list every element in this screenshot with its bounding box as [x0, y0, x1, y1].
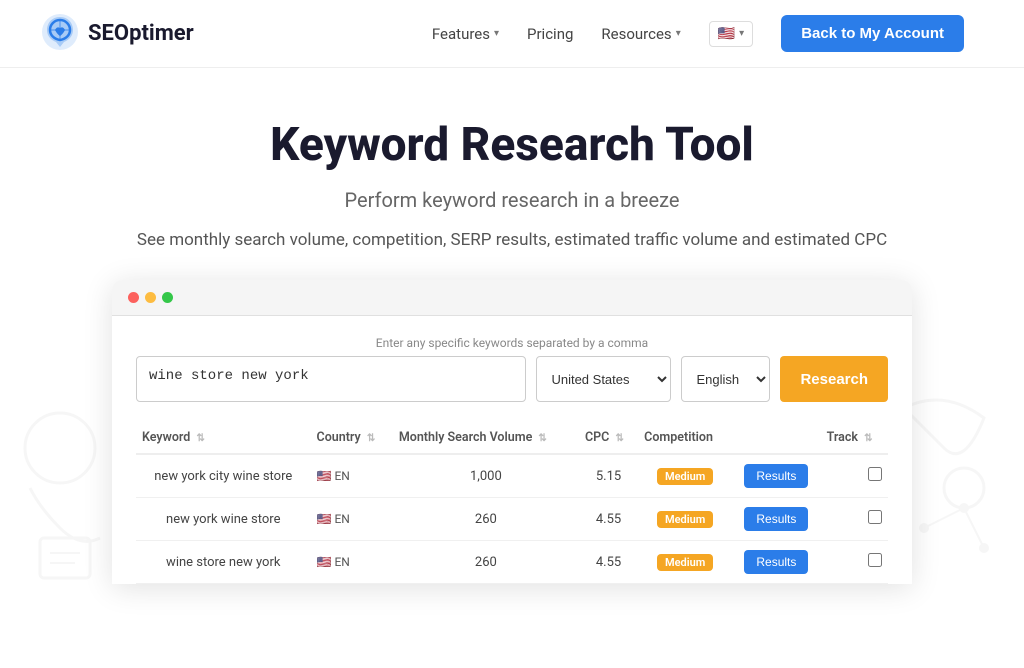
- nav-links: Features ▾ Pricing Resources ▾ 🇺🇸 ▾ Back…: [432, 15, 964, 52]
- cell-country: 🇺🇸 EN: [311, 541, 393, 584]
- logo[interactable]: SEOptimer: [40, 12, 194, 56]
- hero-section: Keyword Research Tool Perform keyword re…: [0, 68, 1024, 614]
- col-keyword: Keyword ⇅: [136, 422, 311, 454]
- sort-icon: ⇅: [615, 433, 623, 444]
- search-row: United States United Kingdom Canada Aust…: [136, 356, 888, 402]
- results-table: Keyword ⇅ Country ⇅ Monthly Search Volum…: [136, 422, 888, 584]
- results-button[interactable]: Results: [744, 464, 808, 488]
- research-button[interactable]: Research: [780, 356, 888, 402]
- cell-volume: 260: [393, 541, 579, 584]
- chevron-down-icon: ▾: [739, 28, 744, 39]
- col-action: [732, 422, 820, 454]
- track-checkbox[interactable]: [868, 510, 882, 524]
- input-label: Enter any specific keywords separated by…: [136, 336, 888, 350]
- browser-mockup: Enter any specific keywords separated by…: [112, 280, 912, 584]
- track-checkbox[interactable]: [868, 553, 882, 567]
- cell-action[interactable]: Results: [732, 498, 820, 541]
- cell-track: [821, 498, 888, 541]
- nav-features[interactable]: Features ▾: [432, 25, 499, 43]
- col-volume: Monthly Search Volume ⇅: [393, 422, 579, 454]
- table-row: wine store new york 🇺🇸 EN 260 4.55 Mediu…: [136, 541, 888, 584]
- sort-icon: ⇅: [196, 433, 204, 444]
- cell-country: 🇺🇸 EN: [311, 454, 393, 498]
- col-country: Country ⇅: [311, 422, 393, 454]
- track-checkbox[interactable]: [868, 467, 882, 481]
- logo-text: SEOptimer: [88, 21, 194, 46]
- table-row: new york wine store 🇺🇸 EN 260 4.55 Mediu…: [136, 498, 888, 541]
- cell-keyword: new york city wine store: [136, 454, 311, 498]
- nav-resources[interactable]: Resources ▾: [601, 25, 680, 43]
- cell-volume: 1,000: [393, 454, 579, 498]
- page-container: Keyword Research Tool Perform keyword re…: [0, 68, 1024, 668]
- sort-icon: ⇅: [864, 433, 872, 444]
- cell-country: 🇺🇸 EN: [311, 498, 393, 541]
- table-row: new york city wine store 🇺🇸 EN 1,000 5.1…: [136, 454, 888, 498]
- results-button[interactable]: Results: [744, 550, 808, 574]
- dot-green: [162, 292, 173, 303]
- col-cpc: CPC ⇅: [579, 422, 638, 454]
- cell-keyword: wine store new york: [136, 541, 311, 584]
- back-to-account-button[interactable]: Back to My Account: [781, 15, 964, 52]
- cell-cpc: 5.15: [579, 454, 638, 498]
- chevron-down-icon: ▾: [494, 28, 499, 39]
- language-selector[interactable]: 🇺🇸 ▾: [709, 21, 753, 47]
- col-competition: Competition: [638, 422, 732, 454]
- browser-bar: [112, 280, 912, 316]
- cell-competition: Medium: [638, 498, 732, 541]
- country-select[interactable]: United States United Kingdom Canada Aust…: [536, 356, 671, 402]
- sort-icon: ⇅: [538, 433, 546, 444]
- nav-pricing[interactable]: Pricing: [527, 25, 573, 43]
- navbar: SEOptimer Features ▾ Pricing Resources ▾…: [0, 0, 1024, 68]
- cell-track: [821, 454, 888, 498]
- cell-keyword: new york wine store: [136, 498, 311, 541]
- cell-action[interactable]: Results: [732, 454, 820, 498]
- cell-competition: Medium: [638, 454, 732, 498]
- cell-competition: Medium: [638, 541, 732, 584]
- hero-subtitle: Perform keyword research in a breeze: [20, 188, 1004, 212]
- sort-icon: ⇅: [367, 433, 375, 444]
- logo-icon: [40, 12, 80, 56]
- cell-action[interactable]: Results: [732, 541, 820, 584]
- flag-icon: 🇺🇸: [718, 26, 735, 42]
- cell-cpc: 4.55: [579, 541, 638, 584]
- col-track: Track ⇅: [821, 422, 888, 454]
- hero-description: See monthly search volume, competition, …: [112, 230, 912, 250]
- page-title: Keyword Research Tool: [20, 118, 1004, 172]
- dot-red: [128, 292, 139, 303]
- cell-track: [821, 541, 888, 584]
- cell-volume: 260: [393, 498, 579, 541]
- keyword-input[interactable]: [136, 356, 526, 402]
- results-button[interactable]: Results: [744, 507, 808, 531]
- dot-yellow: [145, 292, 156, 303]
- tool-body: Enter any specific keywords separated by…: [112, 316, 912, 584]
- language-select[interactable]: English Spanish French: [681, 356, 770, 402]
- cell-cpc: 4.55: [579, 498, 638, 541]
- chevron-down-icon: ▾: [676, 28, 681, 39]
